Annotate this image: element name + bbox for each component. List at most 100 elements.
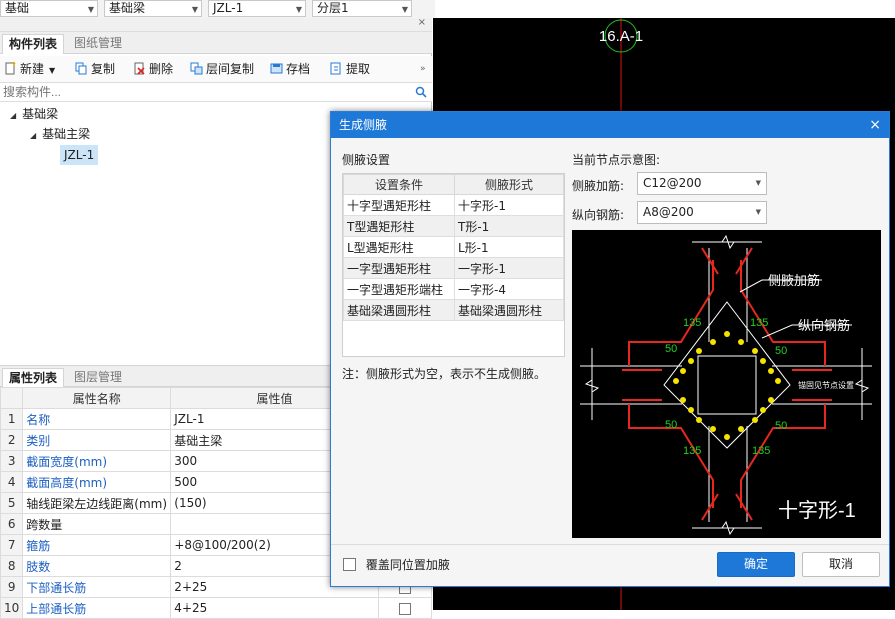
extract-label: 提取 [346, 62, 371, 76]
tree-node-main-beam[interactable]: ◢ 基础主梁 [30, 124, 90, 144]
component-type-select[interactable]: 基础梁 ▼ [104, 0, 202, 17]
chevron-down-icon: ▼ [87, 5, 94, 14]
floor-type-value: 基础 [5, 1, 30, 15]
cancel-button[interactable]: 取消 [802, 552, 880, 577]
overwrite-checkbox[interactable] [343, 558, 356, 571]
component-search [0, 82, 432, 102]
expand-triangle-icon[interactable]: ◢ [10, 111, 16, 120]
header-index [0, 387, 24, 409]
diagram-label: 当前节点示意图: [572, 153, 661, 167]
property-checkbox[interactable] [398, 602, 411, 615]
grid-form-cell[interactable]: 一字形-4 [454, 278, 564, 300]
property-name: 类别 [22, 429, 172, 451]
component-value: JZL-1 [213, 1, 244, 15]
grid-form-cell[interactable]: 基础梁遇圆形柱 [454, 299, 564, 321]
tab-property-list[interactable]: 属性列表 [2, 368, 65, 388]
extract-button[interactable]: 提取 [330, 60, 370, 78]
component-select[interactable]: JZL-1 ▼ [208, 0, 306, 17]
property-name: 轴线距梁左边线距离(mm) [22, 492, 172, 514]
tab-drawing-management[interactable]: 图纸管理 [68, 34, 128, 54]
property-name: 上部通长筋 [22, 597, 172, 619]
tab-layer-management[interactable]: 图层管理 [68, 368, 128, 388]
search-input[interactable] [0, 83, 400, 101]
tree-node-jzl-1[interactable]: JZL-1 [60, 145, 99, 165]
property-value[interactable]: 4∔25 [170, 597, 379, 619]
long-rebar-select[interactable]: A8@200 ▼ [637, 201, 767, 224]
property-index: 3 [0, 450, 24, 472]
delete-label: 删除 [149, 62, 174, 76]
long-rebar-label: 纵向钢筋: [572, 208, 625, 222]
long-rebar-value: A8@200 [643, 205, 694, 219]
preview-anchor-label: 锚固见节点设置 [798, 380, 854, 390]
ok-button[interactable]: 确定 [717, 552, 795, 577]
property-index: 1 [0, 408, 24, 430]
preview-haunch-label: 侧腋加筋 [768, 273, 820, 288]
tree-node-foundation-beam[interactable]: ◢ 基础梁 [10, 104, 58, 124]
save-icon [270, 63, 283, 74]
more-icon[interactable]: » [420, 60, 426, 78]
component-tabs: 构件列表 图纸管理 [0, 32, 432, 54]
haunch-grid-row[interactable]: 基础梁遇圆形柱 基础梁遇圆形柱 [343, 299, 564, 321]
component-type-value: 基础梁 [109, 1, 146, 15]
dialog-title: 生成侧腋 [339, 118, 388, 132]
overwrite-label: 覆盖同位置加腋 [365, 558, 450, 572]
floor-copy-label: 层间复制 [206, 62, 255, 76]
new-button[interactable]: 新建 ▼ [4, 60, 55, 78]
node-preview: 侧腋加筋 纵向钢筋 锚固见节点设置 135 135 135 135 50 50 … [572, 230, 881, 538]
floor-copy-button[interactable]: 层间复制 [190, 60, 254, 78]
dim-135-bottom-right: 135 [752, 445, 770, 457]
dialog-divider [331, 544, 889, 545]
floor-type-select[interactable]: 基础 ▼ [0, 0, 98, 17]
property-index: 7 [0, 534, 24, 556]
delete-icon [134, 62, 145, 75]
search-icon[interactable] [415, 86, 427, 98]
expand-triangle-icon[interactable]: ◢ [30, 131, 36, 140]
close-icon[interactable]: × [869, 112, 881, 138]
property-index: 10 [0, 597, 24, 619]
haunch-rebar-label: 侧腋加筋: [572, 179, 625, 193]
dim-135-top-right: 135 [750, 317, 768, 329]
grid-condition-cell: 基础梁遇圆形柱 [343, 299, 455, 321]
preview-shape-name: 十字形-1 [778, 499, 856, 522]
tree-node-label: 基础主梁 [42, 127, 91, 141]
haunch-grid-row[interactable]: 一字型遇矩形柱 一字形-1 [343, 257, 564, 279]
grid-condition-cell: 十字型遇矩形柱 [343, 194, 455, 216]
save-button[interactable]: 存档 [270, 60, 310, 78]
overwrite-checkbox-row[interactable]: 覆盖同位置加腋 [343, 556, 450, 573]
property-name: 箍筋 [22, 534, 172, 556]
haunch-rebar-select[interactable]: C12@200 ▼ [637, 172, 767, 195]
tab-component-list[interactable]: 构件列表 [2, 34, 65, 54]
node-preview-drawing: 侧腋加筋 纵向钢筋 锚固见节点设置 135 135 135 135 50 50 … [580, 234, 872, 536]
property-index: 2 [0, 429, 24, 451]
component-toolbar: 新建 ▼ 复制 删除 层间复制 存档 提取 » [0, 56, 432, 82]
top-selector-bar: 基础 ▼ 基础梁 ▼ JZL-1 ▼ 分层1 ▼ [0, 0, 435, 18]
property-name: 截面高度(mm) [22, 471, 172, 493]
grid-form-cell[interactable]: 十字形-1 [454, 194, 564, 216]
layer-select[interactable]: 分层1 ▼ [312, 0, 412, 17]
floor-copy-icon [190, 62, 203, 75]
generate-haunch-dialog: 生成侧腋 × 侧腋设置 设置条件 侧腋形式 十字型遇矩形柱 十字形-1 T型遇矩形柱… [330, 111, 890, 587]
property-name: 下部通长筋 [22, 576, 172, 598]
close-icon[interactable]: × [418, 17, 426, 28]
grid-form-cell[interactable]: L形-1 [454, 236, 564, 258]
property-index: 4 [0, 471, 24, 493]
property-name: 跨数量 [22, 513, 172, 535]
layer-value: 分层1 [317, 1, 349, 15]
grid-condition-cell: 一字型遇矩形端柱 [343, 278, 455, 300]
haunch-grid-row[interactable]: L型遇矩形柱 L形-1 [343, 236, 564, 258]
tree-node-label: 基础梁 [22, 107, 59, 121]
haunch-grid-row[interactable]: 十字型遇矩形柱 十字形-1 [343, 194, 564, 216]
grid-form-cell[interactable]: 一字形-1 [454, 257, 564, 279]
grid-condition-cell: 一字型遇矩形柱 [343, 257, 455, 279]
haunch-grid-row[interactable]: T型遇矩形柱 T形-1 [343, 215, 564, 237]
grid-condition-cell: T型遇矩形柱 [343, 215, 455, 237]
copy-button[interactable]: 复制 [75, 60, 115, 78]
grid-condition-cell: L型遇矩形柱 [343, 236, 455, 258]
haunch-settings-grid: 设置条件 侧腋形式 十字型遇矩形柱 十字形-1 T型遇矩形柱 T形-1 L型遇矩形柱 L形… [342, 173, 565, 357]
copy-label: 复制 [91, 62, 116, 76]
property-row[interactable]: 10 上部通长筋 4∔25 [0, 597, 433, 619]
dim-135-top-left: 135 [683, 317, 701, 329]
grid-form-cell[interactable]: T形-1 [454, 215, 564, 237]
delete-button[interactable]: 删除 [133, 60, 173, 78]
haunch-grid-row[interactable]: 一字型遇矩形端柱 一字形-4 [343, 278, 564, 300]
